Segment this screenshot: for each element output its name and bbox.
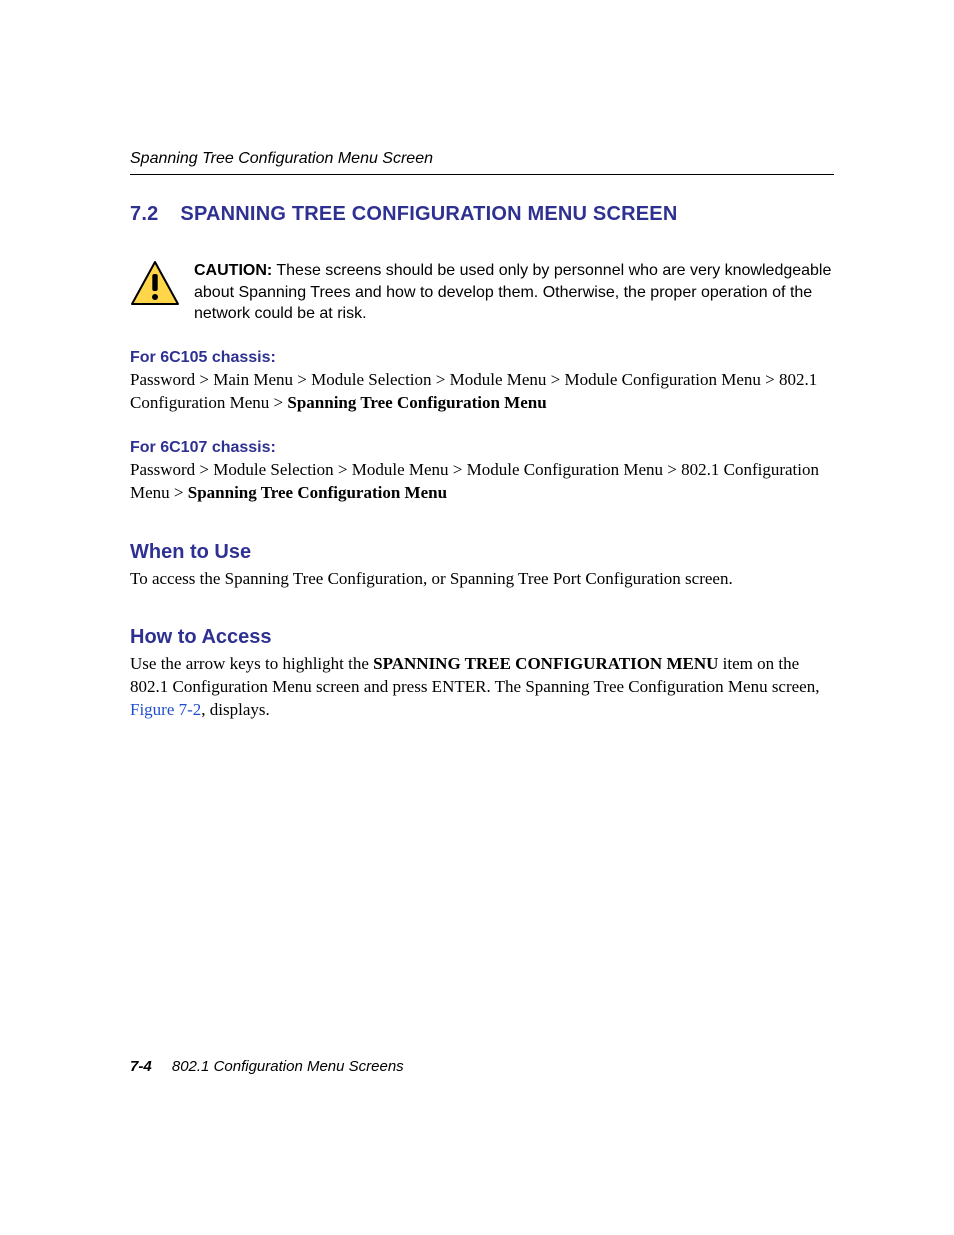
how-to-access-text: Use the arrow keys to highlight the SPAN… [130,653,834,722]
running-header: Spanning Tree Configuration Menu Screen [130,150,834,168]
page-footer: 7-4 802.1 Configuration Menu Screens [130,1058,404,1075]
when-to-use-text: To access the Spanning Tree Configuratio… [130,568,834,591]
caution-body: These screens should be used only by per… [194,262,831,322]
figure-link[interactable]: Figure 7-2 [130,700,201,719]
caution-label: CAUTION: [194,262,272,279]
chassis-105-path-bold: Spanning Tree Configuration Menu [287,393,546,412]
caution-icon [130,260,180,311]
caution-block: CAUTION: These screens should be used on… [130,260,834,325]
how-to-access-bold: SPANNING TREE CONFIGURATION MENU [373,654,718,673]
chassis-107-heading: For 6C107 chassis: [130,439,834,457]
chassis-105-path: Password > Main Menu > Module Selection … [130,369,834,415]
when-to-use-heading: When to Use [130,541,834,564]
page-number: 7-4 [130,1058,152,1075]
chassis-107-path: Password > Module Selection > Module Men… [130,459,834,505]
chassis-105-heading: For 6C105 chassis: [130,349,834,367]
section-heading: 7.2 SPANNING TREE CONFIGURATION MENU SCR… [130,203,834,226]
how-to-access-post: , displays. [201,700,269,719]
section-title: SPANNING TREE CONFIGURATION MENU SCREEN [180,203,677,226]
footer-title: 802.1 Configuration Menu Screens [172,1058,404,1075]
how-to-access-heading: How to Access [130,626,834,649]
header-rule [130,174,834,175]
how-to-access-pre: Use the arrow keys to highlight the [130,654,373,673]
chassis-107-path-bold: Spanning Tree Configuration Menu [188,483,447,502]
caution-text: CAUTION: These screens should be used on… [194,260,834,325]
section-number: 7.2 [130,203,158,226]
